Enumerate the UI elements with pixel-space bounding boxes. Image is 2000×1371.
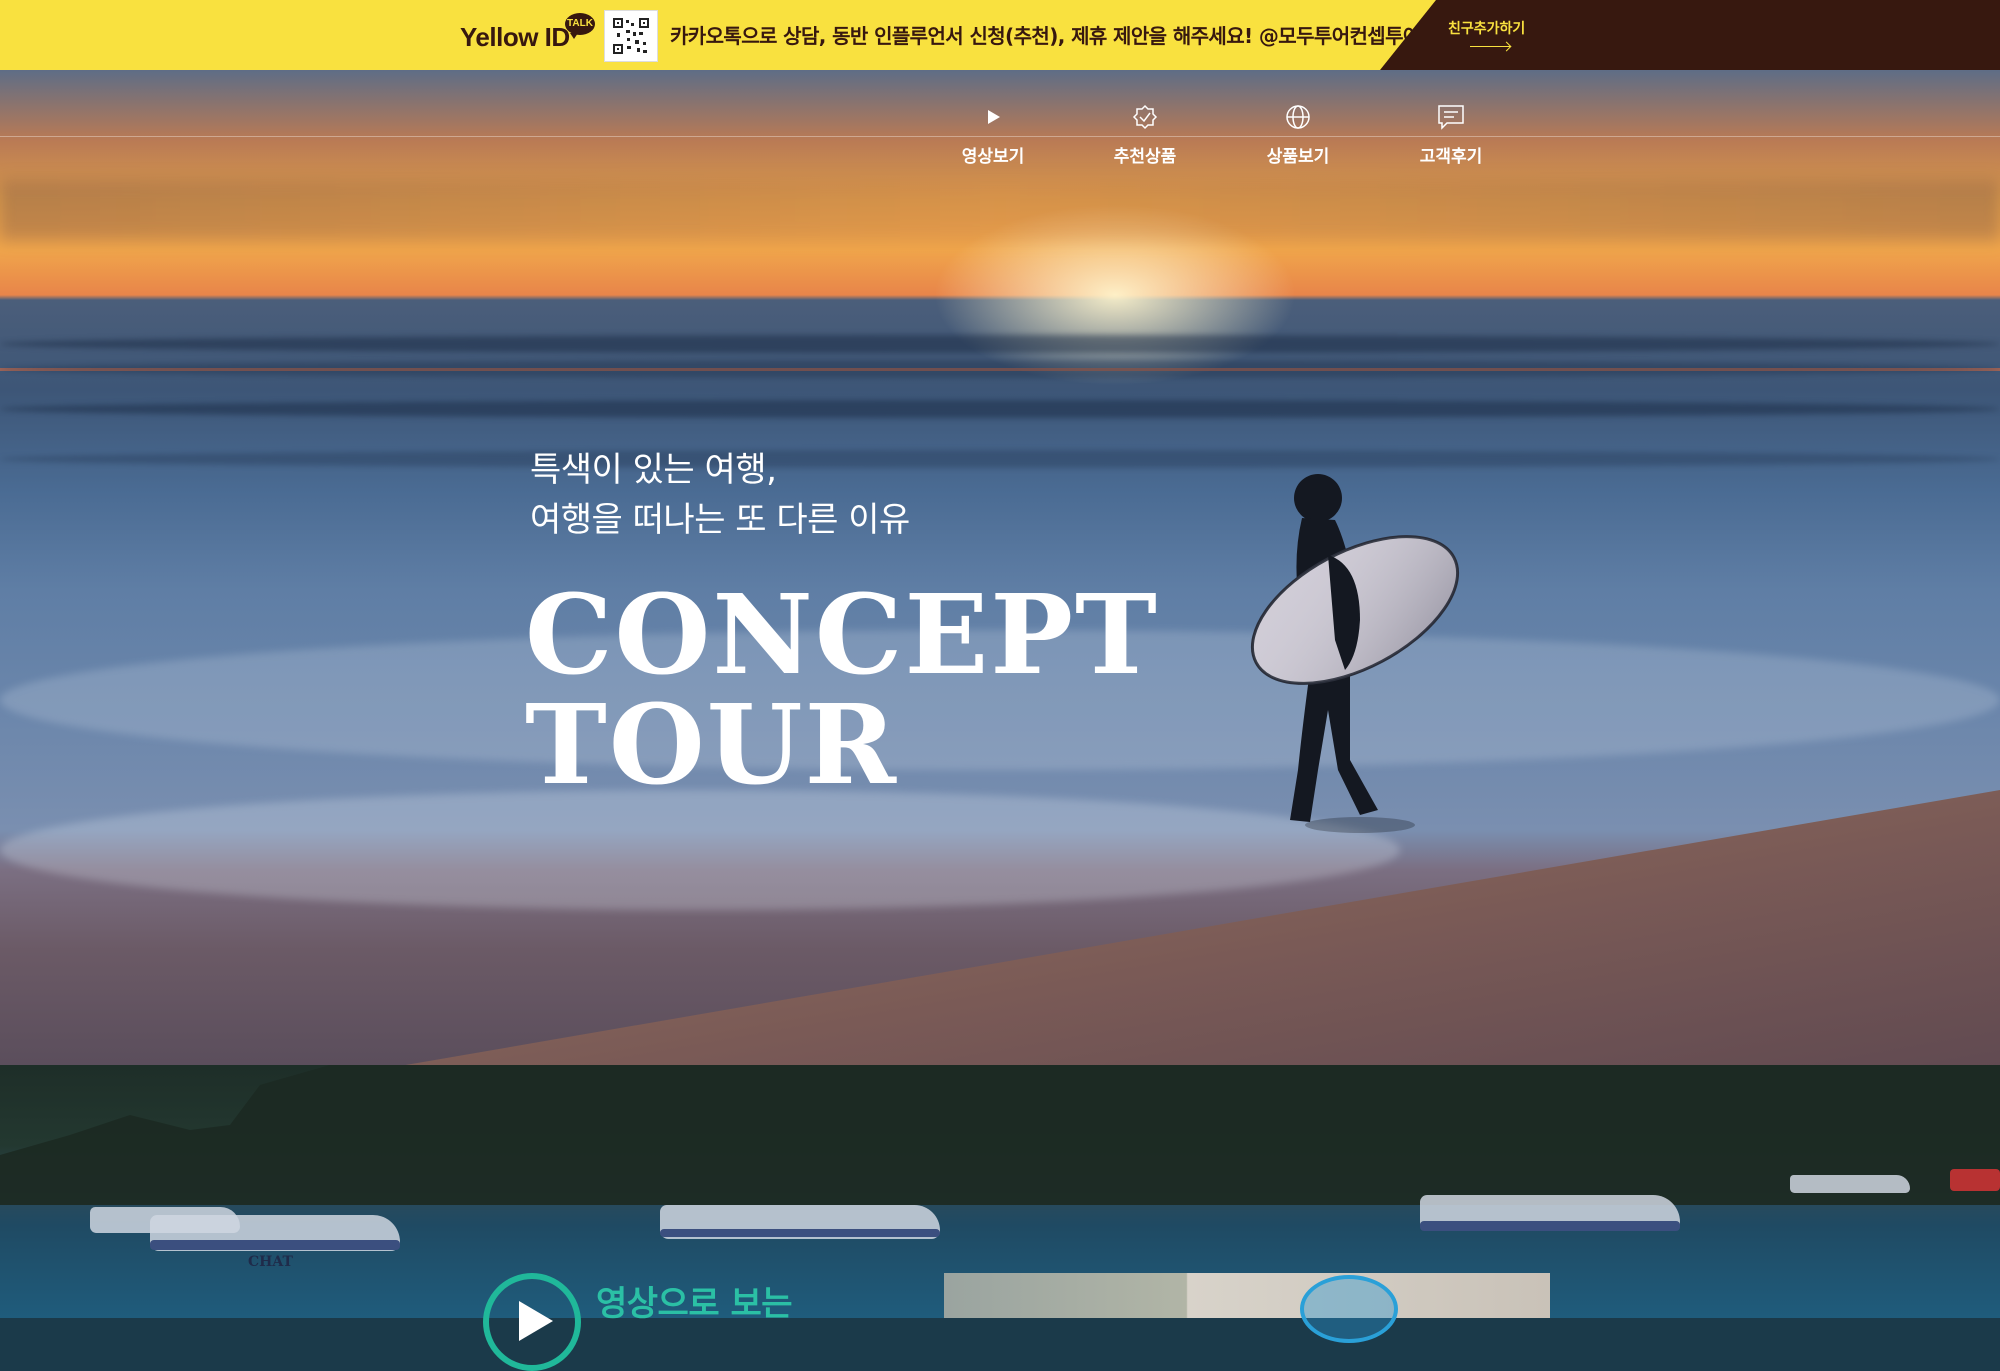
nav-item-label: 추천상품 xyxy=(1113,147,1177,167)
nav-item-recommended[interactable]: 추천상품 xyxy=(1090,100,1200,167)
qr-code-icon xyxy=(604,10,658,62)
globe-icon xyxy=(1243,100,1353,134)
kakao-notice-text: 카카오톡으로 상담, 동반 인플루언서 신청(추천), 제휴 제안을 해주세요!… xyxy=(670,24,1421,48)
boat-stripe xyxy=(150,1240,400,1250)
hero-title: CONCEPT TOUR xyxy=(525,580,1159,800)
chat-icon xyxy=(1396,100,1506,134)
hero-title-line-2: TOUR xyxy=(525,680,899,809)
nav-item-label: 영상보기 xyxy=(961,147,1025,167)
fan-image xyxy=(1300,1275,1398,1343)
surfer-silhouette xyxy=(1250,474,1460,833)
video-play-button[interactable] xyxy=(483,1273,581,1371)
nav-item-label: 고객후기 xyxy=(1419,147,1483,167)
talk-badge-icon: TALK xyxy=(565,13,595,39)
island-background xyxy=(0,1065,2000,1205)
boat xyxy=(1790,1175,1910,1193)
nav-item-reviews[interactable]: 고객후기 xyxy=(1396,100,1506,167)
slogan-line-2: 여행을 떠나는 또 다른 이유 xyxy=(530,500,910,540)
badge-check-icon xyxy=(1090,100,1200,134)
add-friend-label: 친구추가하기 xyxy=(1448,21,1526,37)
boat-stripe xyxy=(660,1229,940,1237)
wave xyxy=(0,335,2000,353)
kakao-banner: Yellow ID TALK 카카오톡으로 상담, 동반 인플루언서 신청(추천… xyxy=(0,0,2000,70)
hero-section xyxy=(0,70,2000,1135)
boat-stripe xyxy=(1420,1221,1680,1231)
video-thumbnails[interactable] xyxy=(944,1273,1550,1343)
wave xyxy=(0,450,2000,468)
nav-item-products[interactable]: 상품보기 xyxy=(1243,100,1353,167)
play-icon xyxy=(938,100,1048,134)
red-boat xyxy=(1950,1169,2000,1191)
nav-item-label: 상품보기 xyxy=(1266,147,1330,167)
hero-slogan: 특색이 있는 여행, 여행을 떠나는 또 다른 이유 xyxy=(530,445,910,545)
sky-clouds xyxy=(0,180,2000,240)
yellow-id-logo: Yellow ID xyxy=(460,22,570,52)
add-friend-button[interactable]: 친구추가하기 xyxy=(1448,18,1526,47)
wave xyxy=(0,400,2000,418)
arrow-right-icon xyxy=(1470,46,1510,47)
nav-item-video[interactable]: 영상보기 xyxy=(938,100,1048,167)
wave xyxy=(0,360,2000,378)
hero-title-line-1: CONCEPT xyxy=(525,570,1159,699)
boat-label: CHAT xyxy=(248,1254,293,1270)
slogan-line-1: 특색이 있는 여행, xyxy=(530,450,777,490)
